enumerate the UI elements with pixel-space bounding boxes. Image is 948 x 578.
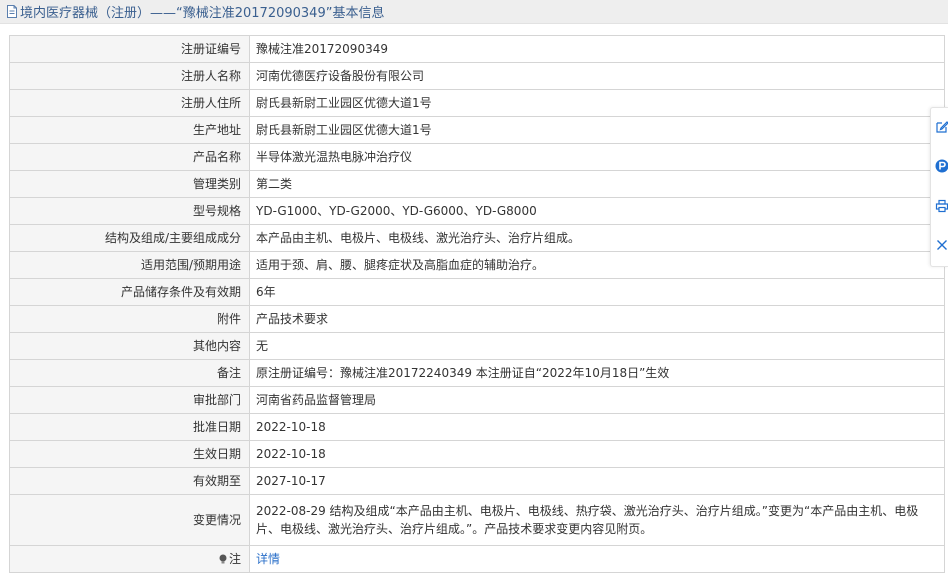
row-value: 半导体激光温热电脉冲治疗仪 [249, 143, 945, 171]
table-row: 变更情况 2022-08-29 结构及组成“本产品由主机、电极片、电极线、热疗袋… [9, 494, 945, 546]
row-value: 产品技术要求 [249, 305, 945, 333]
row-label: 附件 [9, 305, 250, 333]
document-icon [7, 5, 17, 18]
close-icon[interactable] [935, 238, 948, 252]
row-label: 管理类别 [9, 170, 250, 198]
table-row: 产品储存条件及有效期 6年 [9, 278, 945, 306]
table-row: 审批部门 河南省药品监督管理局 [9, 386, 945, 414]
registration-info-table: 注册证编号 豫械注准20172090349 注册人名称 河南优德医疗设备股份有限… [9, 35, 945, 573]
table-row: 注册人住所 尉氏县新尉工业园区优德大道1号 [9, 89, 945, 117]
row-label: 产品储存条件及有效期 [9, 278, 250, 306]
table-row: 生产地址 尉氏县新尉工业园区优德大道1号 [9, 116, 945, 144]
row-label: 产品名称 [9, 143, 250, 171]
row-value: 2027-10-17 [249, 467, 945, 495]
row-value: 尉氏县新尉工业园区优德大道1号 [249, 89, 945, 117]
row-label: 注册证编号 [9, 35, 250, 63]
table-row: 注册证编号 豫械注准20172090349 [9, 35, 945, 63]
page-title: 境内医疗器械（注册）——“豫械注准20172090349”基本信息 [20, 6, 385, 21]
row-label: 其他内容 [9, 332, 250, 360]
row-value: 6年 [249, 278, 945, 306]
page-header: 境内医疗器械（注册）——“豫械注准20172090349”基本信息 [0, 0, 948, 24]
row-label: 型号规格 [9, 197, 250, 225]
details-link[interactable]: 详情 [256, 552, 280, 566]
row-label: 生产地址 [9, 116, 250, 144]
note-label-cell: 注 [9, 545, 250, 573]
table-row: 结构及组成/主要组成成分 本产品由主机、电极片、电极线、激光治疗头、治疗片组成。 [9, 224, 945, 252]
row-label: 变更情况 [9, 494, 250, 546]
table-row-note: 注 详情 [9, 545, 945, 573]
table-row: 有效期至 2027-10-17 [9, 467, 945, 495]
row-value: 尉氏县新尉工业园区优德大道1号 [249, 116, 945, 144]
row-label: 有效期至 [9, 467, 250, 495]
row-label: 生效日期 [9, 440, 250, 468]
row-value: 河南省药品监督管理局 [249, 386, 945, 414]
row-value: 豫械注准20172090349 [249, 35, 945, 63]
row-value: 2022-10-18 [249, 413, 945, 441]
row-value: 原注册证编号：豫械注准20172240349 本注册证自“2022年10月18日… [249, 359, 945, 387]
table-row: 附件 产品技术要求 [9, 305, 945, 333]
edit-icon[interactable] [935, 120, 948, 134]
row-value: 2022-08-29 结构及组成“本产品由主机、电极片、电极线、热疗袋、激光治疗… [249, 494, 945, 546]
row-value: 第二类 [249, 170, 945, 198]
row-value: 本产品由主机、电极片、电极线、激光治疗头、治疗片组成。 [249, 224, 945, 252]
table-row: 批准日期 2022-10-18 [9, 413, 945, 441]
table-row: 适用范围/预期用途 适用于颈、肩、腰、腿疼症状及高脂血症的辅助治疗。 [9, 251, 945, 279]
table-row: 备注 原注册证编号：豫械注准20172240349 本注册证自“2022年10月… [9, 359, 945, 387]
row-label: 审批部门 [9, 386, 250, 414]
row-label: 结构及组成/主要组成成分 [9, 224, 250, 252]
row-value: 无 [249, 332, 945, 360]
row-label: 批准日期 [9, 413, 250, 441]
row-value: YD-G1000、YD-G2000、YD-G6000、YD-G8000 [249, 197, 945, 225]
table-row: 注册人名称 河南优德医疗设备股份有限公司 [9, 62, 945, 90]
table-row: 产品名称 半导体激光温热电脉冲治疗仪 [9, 143, 945, 171]
row-value: 2022-10-18 [249, 440, 945, 468]
print-icon[interactable] [935, 199, 948, 213]
row-label: 注册人名称 [9, 62, 250, 90]
note-label: 注 [228, 552, 241, 566]
note-value-cell: 详情 [249, 545, 945, 573]
table-row: 生效日期 2022-10-18 [9, 440, 945, 468]
row-label: 适用范围/预期用途 [9, 251, 250, 279]
table-row: 其他内容 无 [9, 332, 945, 360]
table-row: 管理类别 第二类 [9, 170, 945, 198]
row-label: 注册人住所 [9, 89, 250, 117]
row-value: 适用于颈、肩、腰、腿疼症状及高脂血症的辅助治疗。 [249, 251, 945, 279]
side-toolbar [930, 107, 948, 267]
lightbulb-icon [219, 554, 227, 564]
parking-icon[interactable] [935, 159, 948, 173]
row-value: 河南优德医疗设备股份有限公司 [249, 62, 945, 90]
row-label: 备注 [9, 359, 250, 387]
table-row: 型号规格 YD-G1000、YD-G2000、YD-G6000、YD-G8000 [9, 197, 945, 225]
